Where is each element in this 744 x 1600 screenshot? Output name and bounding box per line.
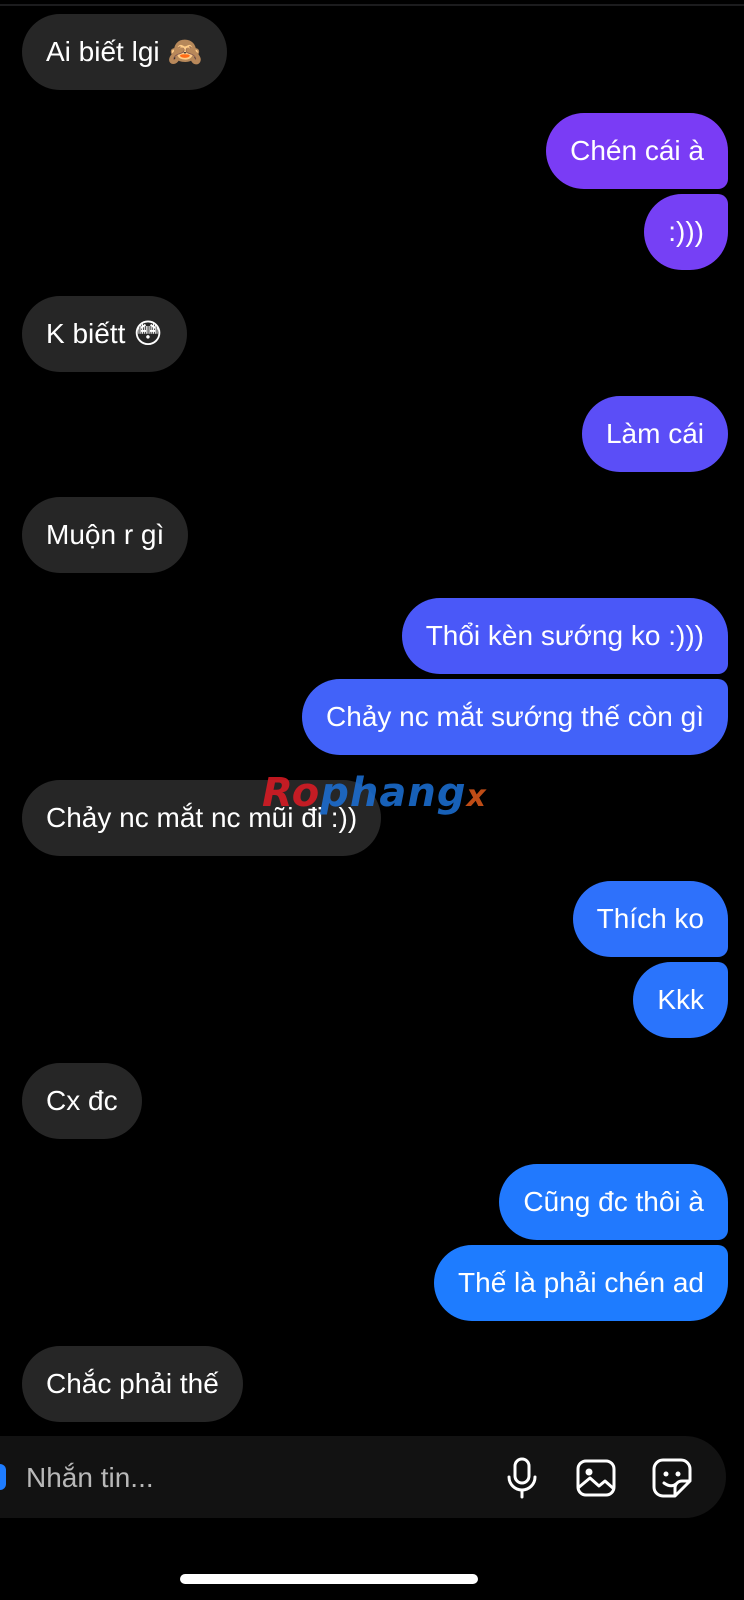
received-message[interactable]: Chắc phải thế <box>22 1346 243 1422</box>
message-text: Chắc phải thế <box>46 1368 219 1399</box>
message-text: Cx đc <box>46 1085 118 1116</box>
sent-message[interactable]: Kkk <box>633 962 728 1038</box>
flushed-emoji-icon: 😳 <box>133 318 163 349</box>
message-text: Chén cái à <box>570 135 704 166</box>
sent-message[interactable]: :))) <box>644 194 728 270</box>
sent-message[interactable]: Thích ko <box>572 881 728 957</box>
sticker-icon[interactable] <box>650 1456 694 1500</box>
message-text: Chảy nc mắt nc mũi đi :)) <box>46 802 358 833</box>
microphone-icon[interactable] <box>500 1456 544 1500</box>
message-text: Muộn r gì <box>46 519 165 550</box>
message-text: Thích ko <box>596 903 704 934</box>
received-message[interactable]: K biếtt 😳 <box>22 296 187 372</box>
top-divider <box>0 4 744 6</box>
message-text: Thổi kèn sướng ko :))) <box>425 620 704 651</box>
message-text: K biếtt <box>46 318 126 349</box>
message-text: :))) <box>668 216 704 247</box>
image-icon[interactable] <box>574 1456 618 1500</box>
sent-message[interactable]: Thế là phải chén ad <box>434 1245 728 1321</box>
message-input[interactable] <box>24 1436 488 1520</box>
message-text: Kkk <box>657 984 704 1015</box>
sent-message[interactable]: Chảy nc mắt sướng thế còn gì <box>302 679 728 755</box>
message-text: Thế là phải chén ad <box>458 1267 704 1298</box>
received-message[interactable]: Cx đc <box>22 1063 142 1139</box>
message-composer <box>0 1436 726 1520</box>
sent-message[interactable]: Cũng đc thôi à <box>499 1164 728 1240</box>
camera-button[interactable] <box>0 1464 6 1490</box>
received-message[interactable]: Ai biết lgi 🙈 <box>22 14 227 90</box>
message-text: Cũng đc thôi à <box>523 1186 704 1217</box>
monkey-emoji-icon: 🙈 <box>167 36 203 67</box>
received-message[interactable]: Muộn r gì <box>22 497 189 573</box>
message-text: Làm cái <box>605 418 704 449</box>
sent-message[interactable]: Thổi kèn sướng ko :))) <box>401 598 728 674</box>
sent-message[interactable]: Làm cái <box>581 396 728 472</box>
received-message[interactable]: Chảy nc mắt nc mũi đi :)) <box>22 780 382 856</box>
message-text: Chảy nc mắt sướng thế còn gì <box>326 701 704 732</box>
sent-message[interactable]: Chén cái à <box>546 113 728 189</box>
home-indicator[interactable] <box>180 1574 478 1584</box>
message-text: Ai biết lgi <box>46 36 160 67</box>
